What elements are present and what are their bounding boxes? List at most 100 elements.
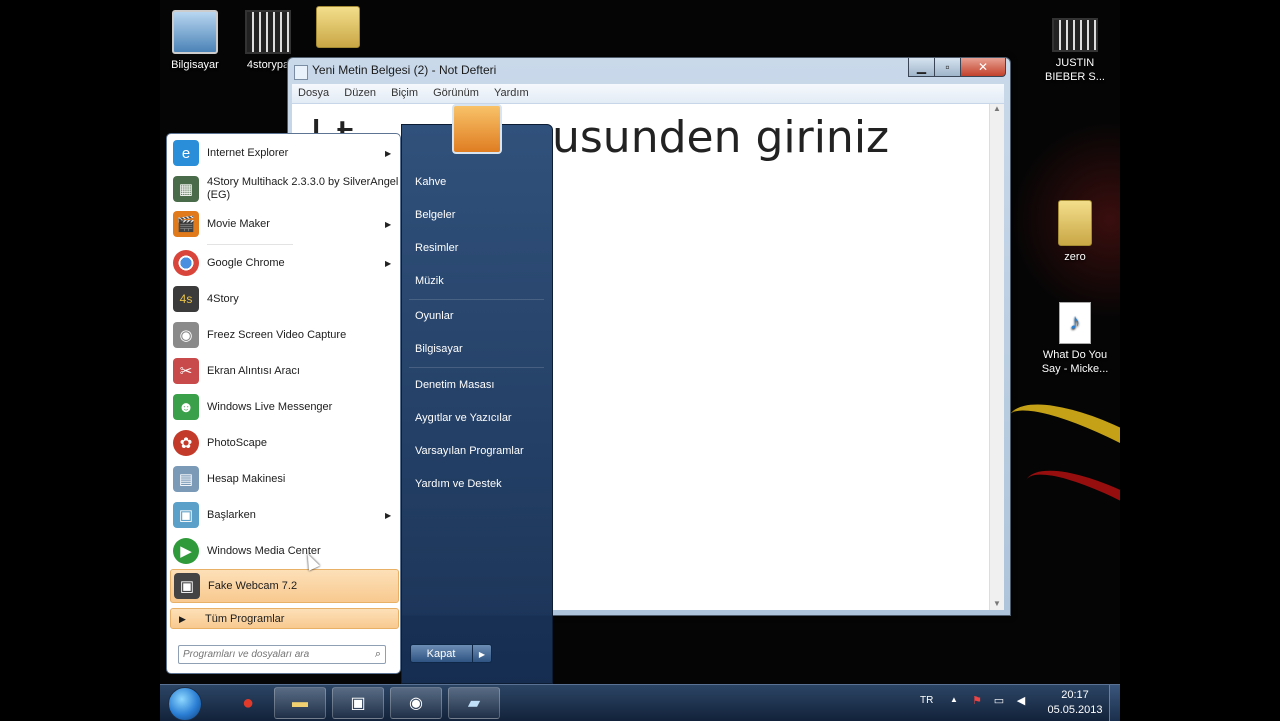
menu-bar: Dosya Düzen Biçim Görünüm Yardım xyxy=(292,84,1004,103)
taskbar-opera-icon[interactable]: ● xyxy=(222,687,274,719)
submenu-arrow-icon[interactable]: ▶ xyxy=(385,149,399,158)
right-item-documents[interactable]: Belgeler xyxy=(415,209,455,221)
start-menu: e Internet Explorer ▶ ▦ 4Story Multihack… xyxy=(163,104,553,684)
getting-started-icon: ▣ xyxy=(173,502,199,528)
all-programs-button[interactable]: ▶ Tüm Programlar xyxy=(170,608,399,629)
shutdown-options-arrow-icon[interactable]: ▶ xyxy=(472,645,491,662)
program-media-center[interactable]: ▶ Windows Media Center xyxy=(170,534,399,568)
ie-icon: e xyxy=(173,140,199,166)
taskbar-camera-icon[interactable]: ◉ xyxy=(390,687,442,719)
window-title: Yeni Metin Belgesi (2) - Not Defteri xyxy=(312,63,497,77)
action-center-flag-icon[interactable]: ⚑ xyxy=(970,694,984,708)
program-label: Ekran Alıntısı Aracı xyxy=(207,364,300,377)
search-input[interactable] xyxy=(183,647,365,662)
messenger-icon: ☻ xyxy=(173,394,199,420)
computer-icon xyxy=(172,10,218,54)
maximize-button[interactable]: ▫ xyxy=(934,58,961,77)
program-internet-explorer[interactable]: e Internet Explorer ▶ xyxy=(170,136,399,170)
desktop-icon-zero[interactable]: zero xyxy=(1035,200,1115,264)
program-4story[interactable]: 4s 4Story xyxy=(170,282,399,316)
desktop-icon-mp3[interactable]: ♪ What Do You Say - Micke... xyxy=(1035,302,1115,376)
start-button[interactable] xyxy=(168,687,202,721)
network-icon[interactable]: ▭ xyxy=(992,694,1006,708)
webcam-icon: ▣ xyxy=(174,573,200,599)
volume-icon[interactable]: ◀ xyxy=(1014,694,1028,708)
menu-view[interactable]: Görünüm xyxy=(427,84,485,102)
program-live-messenger[interactable]: ☻ Windows Live Messenger xyxy=(170,390,399,424)
chrome-icon xyxy=(173,250,199,276)
taskbar-explorer-icon[interactable]: ▬ xyxy=(274,687,326,719)
shutdown-label: Kapat xyxy=(426,648,456,660)
clock-time: 20:17 xyxy=(1061,689,1089,701)
program-label: Google Chrome xyxy=(207,256,285,269)
menu-help[interactable]: Yardım xyxy=(488,84,535,102)
submenu-arrow-icon[interactable]: ▶ xyxy=(385,511,399,520)
calculator-icon: ▤ xyxy=(173,466,199,492)
right-item-computer[interactable]: Bilgisayar xyxy=(415,343,463,355)
program-label: Windows Live Messenger xyxy=(207,400,333,413)
program-label: Movie Maker xyxy=(207,217,270,230)
right-item-kahve[interactable]: Kahve xyxy=(415,176,446,188)
shutdown-button[interactable]: Kapat ▶ xyxy=(410,644,492,663)
menu-separator xyxy=(207,244,293,245)
program-label: Freez Screen Video Capture xyxy=(207,328,347,341)
program-label: Başlarken xyxy=(207,508,256,521)
start-menu-programs-pane: e Internet Explorer ▶ ▦ 4Story Multihack… xyxy=(166,133,401,674)
taskbar-app-icon[interactable]: ▣ xyxy=(332,687,384,719)
program-label: 4Story Multihack 2.3.3.0 by SilverAngel … xyxy=(207,176,399,201)
desktop-icon-label: Bilgisayar xyxy=(171,59,219,71)
program-google-chrome[interactable]: Google Chrome ▶ xyxy=(170,246,399,280)
user-picture[interactable] xyxy=(452,104,502,154)
right-item-music[interactable]: Müzik xyxy=(415,275,444,287)
program-photoscape[interactable]: ✿ PhotoScape xyxy=(170,426,399,460)
program-label: Fake Webcam 7.2 xyxy=(208,579,298,592)
desktop-icon-label: 4storypa xyxy=(246,59,290,71)
close-button[interactable]: ✕ xyxy=(960,58,1006,77)
4story-icon: 4s xyxy=(173,286,199,312)
editor-text: usunden giriniz xyxy=(552,112,890,163)
video-file-icon xyxy=(245,10,291,54)
language-indicator[interactable]: TR xyxy=(920,695,933,706)
start-menu-right-pane xyxy=(401,124,553,684)
right-item-control-panel[interactable]: Denetim Masası xyxy=(415,379,494,391)
minimize-button[interactable]: ▁ xyxy=(908,58,935,77)
chevron-right-icon: ▶ xyxy=(179,614,186,624)
scissors-icon: ✂ xyxy=(173,358,199,384)
show-desktop-button[interactable] xyxy=(1109,685,1120,721)
media-center-icon: ▶ xyxy=(173,538,199,564)
right-item-pictures[interactable]: Resimler xyxy=(415,242,458,254)
taskbar: ● ▬ ▣ ◉ ▰ TR ▲ ⚑ ▭ ◀ 20:17 05.05.2013 xyxy=(160,684,1120,721)
menu-edit[interactable]: Düzen xyxy=(338,84,382,102)
start-search-box[interactable]: ⌕ xyxy=(178,645,386,664)
all-programs-label: Tüm Programlar xyxy=(205,613,285,625)
right-item-help-support[interactable]: Yardım ve Destek xyxy=(415,478,502,490)
program-snipping-tool[interactable]: ✂ Ekran Alıntısı Aracı xyxy=(170,354,399,388)
right-item-devices-printers[interactable]: Aygıtlar ve Yazıcılar xyxy=(415,412,512,424)
desktop-icon-label: JUSTIN BIEBER S... xyxy=(1045,57,1105,83)
video-file-icon xyxy=(1052,18,1098,52)
search-icon[interactable]: ⌕ xyxy=(375,648,381,661)
right-item-default-programs[interactable]: Varsayılan Programlar xyxy=(415,445,524,457)
submenu-arrow-icon[interactable]: ▶ xyxy=(385,259,399,268)
program-4story-multihack[interactable]: ▦ 4Story Multihack 2.3.3.0 by SilverAnge… xyxy=(170,172,399,206)
desktop-icon-computer[interactable]: Bilgisayar xyxy=(155,10,235,72)
taskbar-notepad-icon[interactable]: ▰ xyxy=(448,687,500,719)
right-item-games[interactable]: Oyunlar xyxy=(415,310,454,322)
movie-maker-icon: 🎬 xyxy=(173,211,199,237)
desktop-icon-justin-bieber[interactable]: JUSTIN BIEBER S... xyxy=(1035,18,1115,84)
program-freez-screen[interactable]: ◉ Freez Screen Video Capture xyxy=(170,318,399,352)
vertical-scrollbar[interactable]: ▲ ▼ xyxy=(989,104,1004,610)
submenu-arrow-icon[interactable]: ▶ xyxy=(385,220,399,229)
menu-file[interactable]: Dosya xyxy=(292,84,335,102)
program-getting-started[interactable]: ▣ Başlarken ▶ xyxy=(170,498,399,532)
clock[interactable]: 20:17 05.05.2013 xyxy=(1042,688,1108,718)
desktop-icon-folder[interactable] xyxy=(298,6,378,52)
program-fake-webcam[interactable]: ▣ Fake Webcam 7.2 xyxy=(170,569,399,603)
program-movie-maker[interactable]: 🎬 Movie Maker ▶ xyxy=(170,207,399,241)
menu-format[interactable]: Biçim xyxy=(385,84,424,102)
show-hidden-icons-icon[interactable]: ▲ xyxy=(950,695,958,704)
folder-icon xyxy=(316,6,360,48)
program-calculator[interactable]: ▤ Hesap Makinesi xyxy=(170,462,399,496)
app-window-icon: ▦ xyxy=(173,176,199,202)
program-label: 4Story xyxy=(207,292,239,305)
